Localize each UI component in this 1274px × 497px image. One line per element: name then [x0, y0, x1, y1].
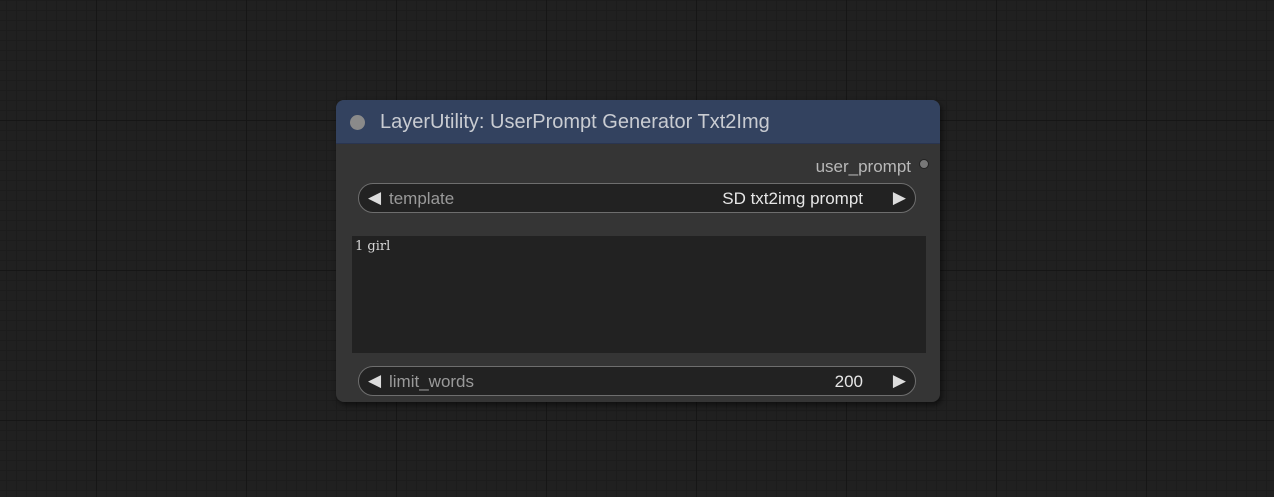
node-layerutility-userprompt-generator[interactable]: LayerUtility: UserPrompt Generator Txt2I… — [336, 100, 940, 402]
output-label-user-prompt: user_prompt — [815, 157, 911, 176]
collapse-dot-icon[interactable] — [350, 115, 365, 130]
triangle-right-icon[interactable]: ▶ — [893, 188, 906, 208]
limit-words-label: limit_words — [389, 372, 475, 391]
output-slot-dot-icon[interactable] — [919, 159, 929, 169]
template-combo-widget[interactable]: ◀ template SD txt2img prompt ▶ — [358, 183, 916, 213]
limit-words-value: 200 — [834, 372, 863, 391]
triangle-left-icon[interactable]: ◀ — [368, 188, 381, 208]
template-value: SD txt2img prompt — [722, 189, 863, 208]
triangle-right-icon[interactable]: ▶ — [893, 371, 906, 391]
node-title-bar[interactable]: LayerUtility: UserPrompt Generator Txt2I… — [336, 100, 940, 144]
triangle-left-icon[interactable]: ◀ — [368, 371, 381, 391]
limit-words-number-widget[interactable]: ◀ limit_words 200 ▶ — [358, 366, 916, 396]
template-label: template — [389, 189, 455, 208]
node-title: LayerUtility: UserPrompt Generator Txt2I… — [380, 111, 770, 133]
prompt-textarea[interactable]: 1 girl — [352, 236, 926, 353]
